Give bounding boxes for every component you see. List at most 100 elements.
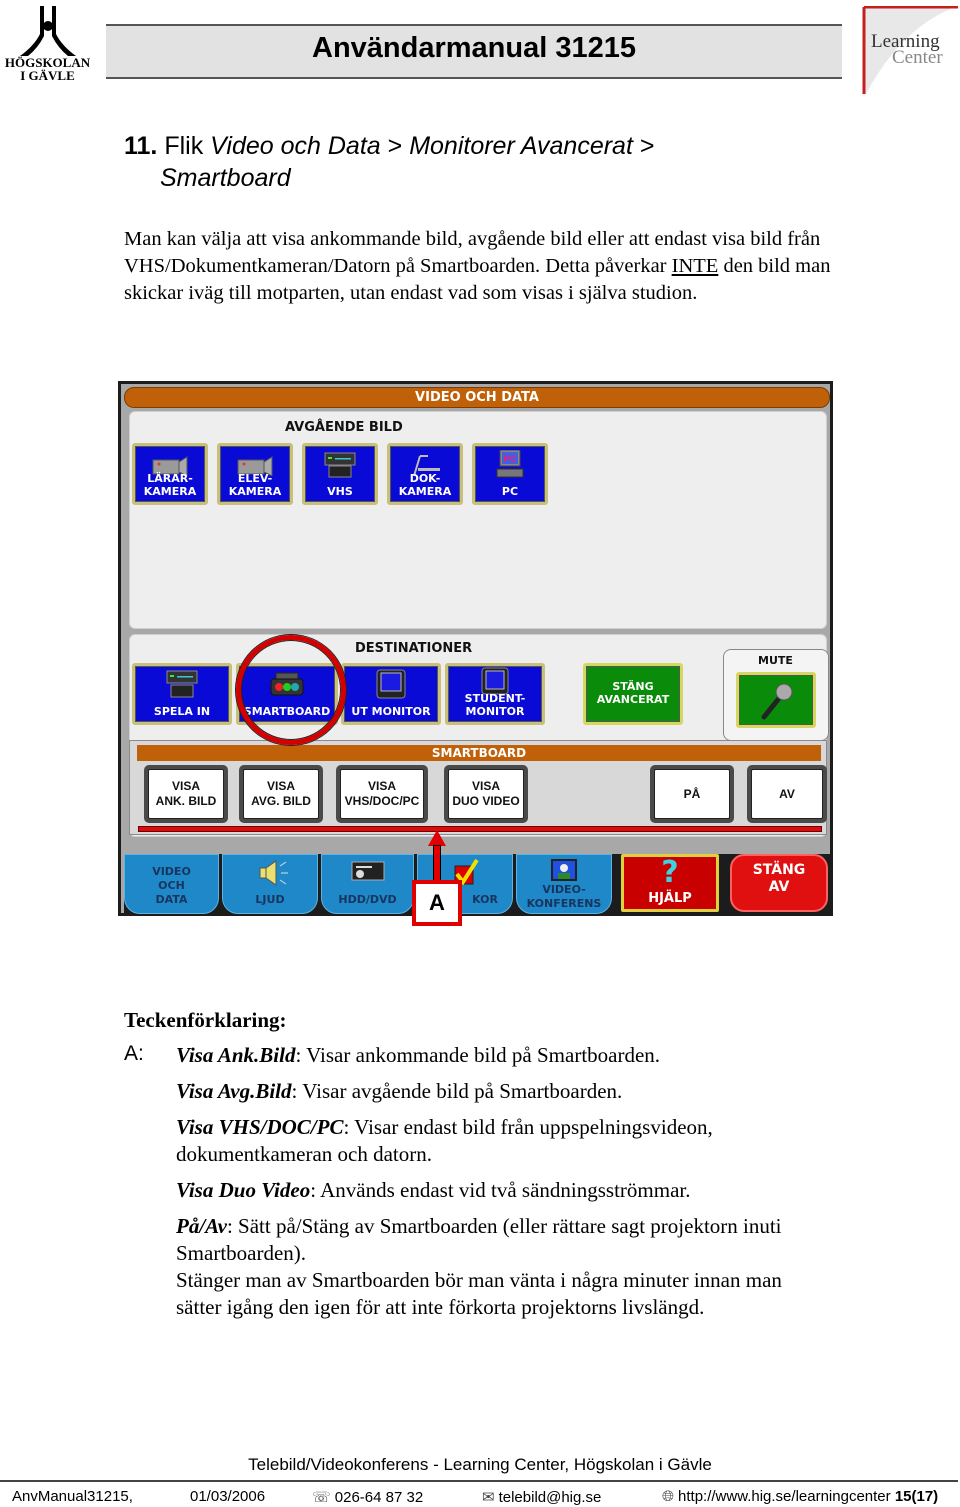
footer-divider — [0, 1480, 958, 1482]
heading-path-1: Video och Data — [210, 132, 381, 160]
record-button[interactable]: SPELA IN — [132, 663, 232, 725]
legend-term: Visa Duo Video — [176, 1178, 311, 1202]
tab-label: VIDEO- KONFERENS — [526, 883, 602, 910]
bottom-tab-bar: VIDEO OCH DATA LJUD HDD/DVD KOR VIDEO- K… — [124, 854, 830, 916]
legend-item: Visa Avg.Bild: Visar avgående bild på Sm… — [176, 1078, 826, 1105]
button-label: VISA DUO VIDEO — [448, 769, 524, 819]
hogskolan-emblem-icon — [19, 6, 76, 56]
page-number: 15(17) — [894, 1488, 939, 1505]
legend-term: Visa Avg.Bild — [176, 1079, 292, 1103]
footer-email-address[interactable]: telebild@hig.se — [499, 1489, 602, 1506]
microphone-icon — [761, 683, 793, 720]
telephone-icon: ☏ — [312, 1489, 331, 1506]
dvd-recorder-icon — [351, 861, 384, 881]
teacher-camera-button[interactable]: LÄRAR- KAMERA — [132, 443, 208, 505]
hogskolan-logo: HÖGSKOLAN I GÄVLE — [0, 6, 95, 91]
button-label: UT MONITOR — [351, 705, 431, 718]
button-label: VHS — [327, 485, 353, 498]
legend-desc: : Visar ankommande bild på Smartboarden. — [295, 1043, 661, 1067]
intro-paragraph: Man kan välja att visa ankommande bild, … — [124, 226, 844, 307]
tab-label: HJÄLP — [648, 891, 692, 906]
heading-path-3: Smartboard — [160, 164, 291, 192]
document-title-bar: Användarmanual 31215 — [106, 24, 842, 79]
control-panel-screenshot: VIDEO OCH DATA AVGÅENDE BILD LÄRAR- KAME… — [118, 381, 833, 916]
smartboard-panel: SMARTBOARD VISA ANK. BILD VISA AVG. BILD… — [129, 740, 827, 835]
footer-url[interactable]: http://www.hig.se/learningcenter — [678, 1488, 891, 1505]
learning-center-logo: Learning Center — [862, 6, 960, 94]
footer-phone-number: 026-64 87 32 — [334, 1489, 424, 1506]
legend-term: Visa Ank.Bild — [176, 1043, 296, 1067]
heading-path-2: Monitorer Avancerat — [409, 132, 633, 160]
tab-hdd-dvd[interactable]: HDD/DVD — [321, 854, 414, 914]
smartboard-title-bar: SMARTBOARD — [137, 745, 821, 761]
legend-term: På/Av — [176, 1214, 227, 1238]
mute-button[interactable] — [736, 672, 816, 728]
close-advanced-button[interactable]: STÄNG AVANCERAT — [583, 663, 683, 725]
control-panel-body: VIDEO OCH DATA AVGÅENDE BILD LÄRAR- KAME… — [121, 384, 830, 916]
mute-label: MUTE — [758, 654, 793, 667]
tab-label: LJUD — [255, 893, 285, 906]
heading-prefix: Flik — [164, 132, 204, 160]
tab-help[interactable]: ? HJÄLP — [621, 854, 719, 912]
vhs-button[interactable]: VHS — [302, 443, 378, 505]
tab-videokonferens[interactable]: VIDEO- KONFERENS — [516, 854, 612, 914]
legend-key: A: — [124, 1042, 144, 1066]
annotation-underline — [138, 826, 822, 832]
show-outgoing-button[interactable]: VISA AVG. BILD — [239, 765, 323, 823]
show-incoming-button[interactable]: VISA ANK. BILD — [144, 765, 228, 823]
footer-doc-id: AnvManual31215, — [12, 1488, 133, 1505]
legend-desc: : Sätt på/Stäng av Smartboarden (eller r… — [176, 1214, 782, 1265]
smartboard-off-button[interactable]: AV — [747, 765, 827, 823]
speaker-icon — [259, 860, 288, 886]
annotation-label-a: A — [412, 880, 462, 926]
vcr-icon — [324, 452, 356, 478]
footer-phone: ☏ 026-64 87 32 — [312, 1488, 423, 1506]
videoconference-icon — [551, 859, 577, 881]
out-monitor-button[interactable]: UT MONITOR — [341, 663, 441, 725]
footer-website[interactable]: 🌐︎ http://www.hig.se/learningcenter 15(17… — [662, 1488, 938, 1505]
document-title: Användarmanual 31215 — [312, 32, 636, 64]
mute-group: MUTE — [723, 649, 829, 741]
student-camera-button[interactable]: ELEV- KAMERA — [217, 443, 293, 505]
button-label: PC — [501, 485, 519, 498]
tab-ljud[interactable]: LJUD — [222, 854, 318, 914]
outgoing-image-label: AVGÅENDE BILD — [285, 420, 403, 435]
legend-desc: : Visar avgående bild på Smartboarden. — [291, 1079, 623, 1103]
button-label: LÄRAR- KAMERA — [143, 472, 197, 498]
tab-power-off[interactable]: STÄNG AV — [730, 854, 828, 912]
section-heading: 11. Flik Video och Data > Monitorer Avan… — [124, 130, 824, 194]
footer-date: 01/03/2006 — [190, 1488, 266, 1505]
envelope-icon: ✉ — [482, 1489, 495, 1506]
legend-term: Visa VHS/DOC/PC — [176, 1115, 344, 1139]
tab-video-och-data[interactable]: VIDEO OCH DATA — [124, 854, 219, 914]
vcr-icon — [166, 670, 198, 698]
section-number: 11. — [124, 132, 158, 160]
pc-icon: PC — [496, 450, 524, 478]
smartboard-on-button[interactable]: PÅ — [650, 765, 734, 823]
question-mark-icon: ? — [661, 855, 679, 890]
outgoing-image-section: AVGÅENDE BILD LÄRAR- KAMERA ELEV- KAMERA… — [129, 411, 827, 629]
legend-item: Visa Duo Video: Används endast vid två s… — [176, 1177, 826, 1204]
student-monitor-button[interactable]: STUDENT- MONITOR — [445, 663, 545, 725]
svg-text:PC: PC — [503, 455, 517, 465]
show-duo-video-button[interactable]: VISA DUO VIDEO — [444, 765, 528, 823]
logo-text-line2: I GÄVLE — [20, 68, 75, 83]
pc-button[interactable]: PC PC — [472, 443, 548, 505]
document-camera-button[interactable]: DOK- KAMERA — [387, 443, 463, 505]
legend-title: Teckenförklaring: — [124, 1008, 287, 1032]
tab-label: VIDEO OCH DATA — [152, 865, 191, 906]
intro-emphasis: INTE — [671, 255, 719, 277]
button-label: DOK- KAMERA — [398, 472, 452, 498]
legend-item: Visa Ank.Bild: Visar ankommande bild på … — [176, 1042, 826, 1069]
legend-key-letter: A — [124, 1042, 139, 1065]
tab-label: STÄNG AV — [752, 862, 806, 895]
legend-item: Visa VHS/DOC/PC: Visar endast bild från … — [176, 1114, 826, 1168]
highlight-circle — [236, 635, 346, 745]
monitor-icon — [376, 669, 406, 699]
button-label: VISA ANK. BILD — [148, 769, 224, 819]
show-vhs-doc-pc-button[interactable]: VISA VHS/DOC/PC — [336, 765, 428, 823]
button-label: STÄNG AVANCERAT — [596, 680, 670, 706]
button-label: VISA AVG. BILD — [243, 769, 319, 819]
tab-label: HDD/DVD — [338, 893, 397, 906]
footer-email[interactable]: ✉ telebild@hig.se — [482, 1488, 601, 1506]
